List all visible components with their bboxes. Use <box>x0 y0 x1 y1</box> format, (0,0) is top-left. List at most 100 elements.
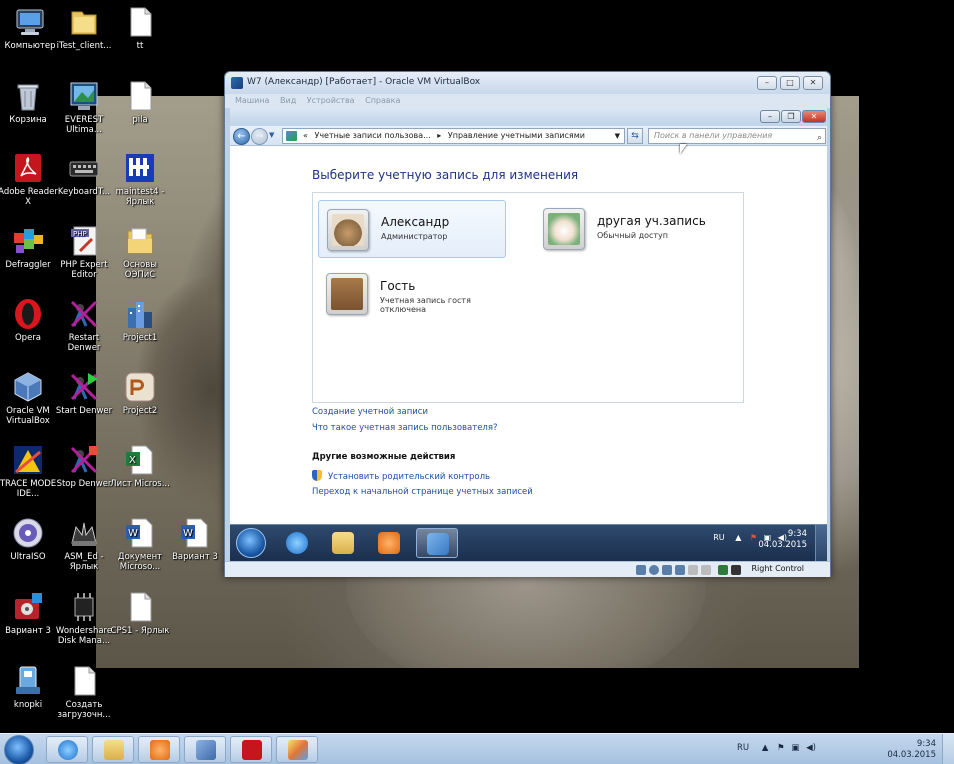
desktop-icon-document-word[interactable]: W Документ Microso... <box>110 517 170 572</box>
desktop-icon-pila[interactable]: pila <box>110 80 170 125</box>
parental-control-link[interactable]: Установить родительский контроль <box>312 470 490 482</box>
guest-minimize-button[interactable]: – <box>760 110 780 123</box>
desktop-icon-restart-denwer[interactable]: Restart Denwer <box>54 298 114 353</box>
desktop-icon-tt[interactable]: tt <box>110 6 170 51</box>
optical-drive-icon[interactable] <box>649 565 659 575</box>
guest-window-titlebar[interactable]: – ❐ ✕ <box>230 108 827 126</box>
action-center-icon[interactable]: ⚑ <box>750 533 757 542</box>
usb-icon[interactable] <box>662 565 672 575</box>
desktop-icon-disk-manager[interactable]: Вариант 3 <box>0 591 58 636</box>
start-button[interactable] <box>4 735 34 764</box>
taskbar-ie[interactable] <box>46 736 88 763</box>
desktop-icon-computer[interactable]: Компьютер <box>0 6 60 51</box>
desktop-icon-11[interactable]: Создать загрузочн... <box>54 665 114 720</box>
taskbar-virtualbox[interactable] <box>184 736 226 763</box>
address-dropdown-icon[interactable]: ▼ <box>615 129 620 143</box>
show-hidden-icons-icon[interactable]: ▲ <box>735 533 741 542</box>
desktop-icon-trace-mode[interactable]: TRACE MODE IDE... <box>0 444 58 499</box>
host-clock[interactable]: 9:34 04.03.2015 <box>887 739 936 761</box>
forward-arrow-icon[interactable]: → <box>251 128 268 145</box>
svg-text:W: W <box>128 528 138 539</box>
desktop-icon-stop-denwer[interactable]: Stop Denwer <box>54 444 114 489</box>
desktop-icon-variant3[interactable]: W Вариант 3 <box>165 517 225 562</box>
desktop-icon-project1[interactable]: Project1 <box>110 298 170 343</box>
desktop-icon-create-boot[interactable]: knopki <box>0 665 58 710</box>
desktop-icon-defraggler[interactable]: Defraggler <box>0 225 58 270</box>
everest-icon <box>68 80 100 112</box>
hdd-icon[interactable] <box>636 565 646 575</box>
what-is-account-link[interactable]: Что такое учетная запись пользователя? <box>312 423 498 433</box>
desktop-icon-adobe-reader[interactable]: Adobe Reader X <box>0 152 58 207</box>
taskbar-explorer[interactable] <box>92 736 134 763</box>
refresh-icon[interactable]: ⇆ <box>627 128 643 144</box>
menu-help[interactable]: Справка <box>365 96 400 105</box>
desktop-icon-project2[interactable]: Project2 <box>110 371 170 416</box>
history-dropdown-icon[interactable]: ▼ <box>269 131 274 139</box>
vbox-titlebar[interactable]: W7 (Александр) [Работает] - Oracle VM Vi… <box>225 72 830 94</box>
menu-devices[interactable]: Устройства <box>307 96 355 105</box>
maximize-button[interactable]: □ <box>780 76 800 90</box>
account-tile-other[interactable]: другая уч.запись Обычный доступ <box>535 200 723 258</box>
avatar <box>326 273 368 315</box>
language-indicator[interactable]: RU <box>737 743 749 753</box>
taskbar-adobe-reader[interactable] <box>230 736 272 763</box>
search-input[interactable]: Поиск в панели управления ⌕ <box>648 128 826 144</box>
start-button[interactable] <box>236 528 266 558</box>
adobe-reader-icon <box>242 740 262 760</box>
show-desktop-button[interactable] <box>942 734 954 764</box>
capture-icon[interactable] <box>701 565 711 575</box>
create-account-link[interactable]: Создание учетной записи <box>312 407 428 417</box>
menu-machine[interactable]: Машина <box>235 96 269 105</box>
desktop-icon-keyboardt[interactable]: KeyboardT... <box>54 152 114 197</box>
show-desktop-button[interactable] <box>815 525 827 561</box>
address-bar[interactable]: « Учетные записи пользова... ▸ Управлени… <box>282 128 625 144</box>
menu-view[interactable]: Вид <box>280 96 296 105</box>
trace-mode-icon <box>12 444 44 476</box>
desktop-icon-recycle-bin[interactable]: Корзина <box>0 80 58 125</box>
taskbar-ie[interactable] <box>276 528 318 558</box>
desktop-icon-cps1[interactable]: Wondershare Disk Mana... <box>54 591 114 646</box>
taskbar-media-player[interactable] <box>138 736 180 763</box>
virtualbox-icon <box>196 740 216 760</box>
desktop-icon-php-expert[interactable]: PHP PHP Expert Editor <box>54 225 114 280</box>
network-icon[interactable]: ▣ <box>791 743 799 753</box>
volume-icon[interactable]: ◀) <box>806 743 816 753</box>
desktop-icon-list-excel[interactable]: X Лист Micros... <box>110 444 170 489</box>
show-hidden-icons-icon[interactable]: ▲ <box>762 743 769 753</box>
guest-clock[interactable]: 9:34 04.03.2015 <box>758 529 807 551</box>
taskbar-control-panel[interactable] <box>416 528 458 558</box>
guest-close-button[interactable]: ✕ <box>802 110 826 123</box>
account-tile-guest[interactable]: Гость Учетная запись гостя отключена <box>318 265 506 323</box>
account-tile-aleksandr[interactable]: Александр Администратор <box>318 200 506 258</box>
desktop-icon-everest[interactable]: EVEREST Ultima... <box>54 80 114 135</box>
close-button[interactable]: ✕ <box>803 76 823 90</box>
desktop-icon-knopki[interactable]: knopki CPS1 - Ярлык <box>110 591 170 636</box>
accounts-home-link[interactable]: Переход к начальной странице учетных зап… <box>312 487 533 497</box>
shared-folders-icon[interactable] <box>675 565 685 575</box>
desktop-icon-maintest4[interactable]: maintest4 - Ярлык <box>110 152 170 207</box>
action-center-icon[interactable]: ⚑ <box>777 743 785 753</box>
display-icon[interactable] <box>688 565 698 575</box>
keyboard-capture-icon[interactable] <box>731 565 741 575</box>
guest-screen[interactable]: – ❐ ✕ ← → ▼ « Учетные записи пользова...… <box>230 108 827 561</box>
taskbar-paint[interactable] <box>276 736 318 763</box>
desktop-icon-osnovy-oepis[interactable]: Основы ОЭПиС <box>110 225 170 280</box>
desktop-icon-ultraiso[interactable]: UltraISO <box>0 517 58 562</box>
chip-icon <box>68 591 100 623</box>
desktop-icon-virtualbox[interactable]: Oracle VM VirtualBox <box>0 371 58 426</box>
search-icon[interactable]: ⌕ <box>817 131 822 145</box>
taskbar-explorer[interactable] <box>322 528 364 558</box>
taskbar-media-player[interactable] <box>368 528 410 558</box>
denwer-icon <box>68 444 100 476</box>
desktop-icon-asm-ed[interactable]: ASM_Ed - Ярлык <box>54 517 114 572</box>
breadcrumb-item-manage-accounts[interactable]: Управление учетными записями <box>448 131 585 140</box>
desktop-icon-itest-client[interactable]: iTest_client... <box>54 6 114 51</box>
back-arrow-icon[interactable]: ← <box>233 128 250 145</box>
mouse-integration-icon[interactable] <box>718 565 728 575</box>
breadcrumb-item-user-accounts[interactable]: Учетные записи пользова... <box>314 131 430 140</box>
minimize-button[interactable]: – <box>757 76 777 90</box>
language-indicator[interactable]: RU <box>713 533 724 542</box>
desktop-icon-start-denwer[interactable]: Start Denwer <box>54 371 114 416</box>
desktop-icon-opera[interactable]: Opera <box>0 298 58 343</box>
guest-restore-button[interactable]: ❐ <box>781 110 801 123</box>
